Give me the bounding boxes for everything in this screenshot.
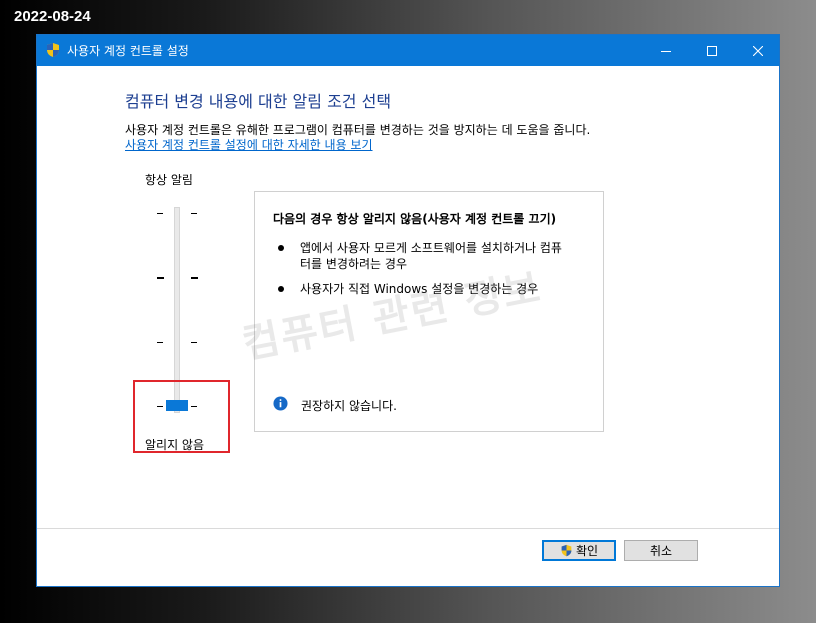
uac-shield-icon <box>47 43 59 57</box>
list-item: 앱에서 사용자 모르게 소프트웨어를 설치하거나 컴퓨 터를 변경하려는 경우 <box>273 240 593 272</box>
uac-shield-icon <box>561 544 572 557</box>
slider-label-top: 항상 알림 <box>145 173 193 187</box>
footer-divider <box>37 528 779 529</box>
cancel-button-label: 취소 <box>649 544 673 558</box>
info-panel: 다음의 경우 항상 알리지 않음(사용자 계정 컨트롤 끄기) 앱에서 사용자 … <box>254 191 604 432</box>
slider-tick <box>191 213 197 214</box>
note-text: 권장하지 않습니다. <box>301 399 397 413</box>
bullet-dot <box>278 245 284 251</box>
minimize-button[interactable] <box>643 35 689 66</box>
maximize-icon <box>707 45 717 56</box>
slider-tick <box>157 213 163 214</box>
slider-tick <box>191 342 197 343</box>
page-heading: 컴퓨터 변경 내용에 대한 알림 조건 선택 <box>125 92 392 111</box>
bullet-line: 앱에서 사용자 모르게 소프트웨어를 설치하거나 컴퓨 <box>300 241 562 255</box>
panel-heading: 다음의 경우 항상 알리지 않음(사용자 계정 컨트롤 끄기) <box>273 212 557 226</box>
minimize-icon <box>661 50 671 52</box>
slider-label-bottom: 알리지 않음 <box>145 438 205 452</box>
bullet-list: 앱에서 사용자 모르게 소프트웨어를 설치하거나 컴퓨 터를 변경하려는 경우 … <box>273 240 593 306</box>
list-item: 사용자가 직접 Windows 설정을 변경하는 경우 <box>273 281 593 297</box>
slider-tick <box>191 277 198 279</box>
bullet-line: 터를 변경하려는 경우 <box>300 257 407 271</box>
uac-settings-window: 사용자 계정 컨트롤 설정 컴퓨터 변경 내용에 대한 알림 조건 선택 사용자… <box>36 34 780 587</box>
help-link[interactable]: 사용자 계정 컨트롤 설정에 대한 자세한 내용 보기 <box>125 136 373 153</box>
ok-button-label: 확인 <box>575 544 599 558</box>
close-icon <box>753 45 763 56</box>
slider-tick <box>157 277 164 279</box>
maximize-button[interactable] <box>689 35 735 66</box>
cancel-button[interactable]: 취소 <box>624 540 698 561</box>
info-icon <box>273 396 288 411</box>
ok-button[interactable]: 확인 <box>542 540 616 561</box>
slider-tick <box>157 342 163 343</box>
bullet-line: 사용자가 직접 Windows 설정을 변경하는 경우 <box>300 282 539 296</box>
title-bar[interactable]: 사용자 계정 컨트롤 설정 <box>37 35 779 66</box>
date-stamp: 2022-08-24 <box>14 8 91 25</box>
close-button[interactable] <box>735 35 781 66</box>
bullet-dot <box>278 286 284 292</box>
window-title: 사용자 계정 컨트롤 설정 <box>67 44 189 58</box>
